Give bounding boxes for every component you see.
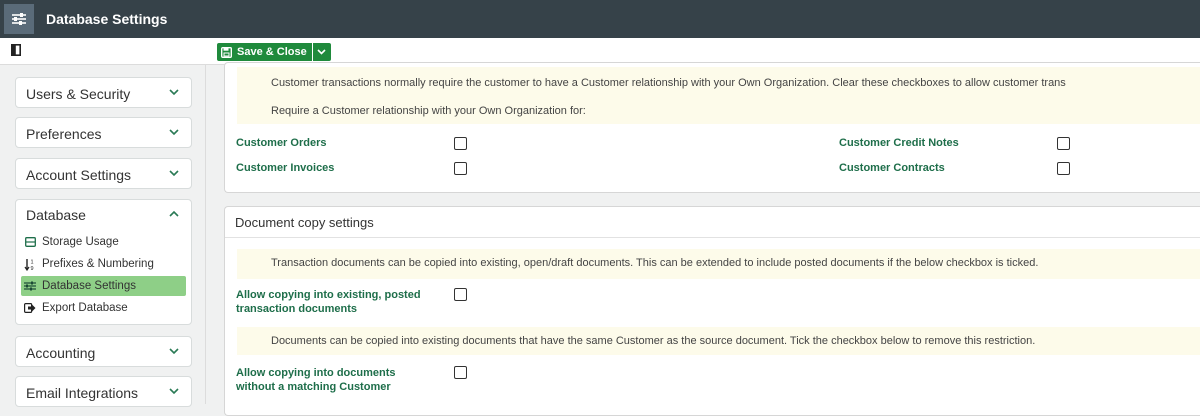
divider — [225, 237, 1200, 238]
allow-posted-label-line1: Allow copying into existing, posted — [236, 289, 421, 301]
settings-sliders-icon[interactable] — [4, 4, 34, 34]
customer-invoices-label: Customer Invoices — [236, 162, 335, 174]
sidebar-group-database: Database Storage Usage 19 Prefixes & Num… — [15, 199, 192, 325]
document-copy-info-2: Documents can be copied into existing do… — [237, 327, 1200, 355]
toolbar — [0, 38, 1200, 65]
document-copy-title: Document copy settings — [235, 215, 374, 230]
sidebar-group-label: Preferences — [26, 126, 102, 142]
customer-orders-label: Customer Orders — [236, 137, 327, 149]
sliders-icon — [23, 281, 37, 291]
sidebar-item-label: Database Settings — [42, 280, 136, 292]
customer-contracts-label: Customer Contracts — [839, 162, 945, 174]
sidebar-item-storage-usage[interactable]: Storage Usage — [21, 232, 186, 252]
sidebar-group-account-settings[interactable]: Account Settings — [15, 158, 192, 189]
customer-credit-notes-checkbox[interactable] — [1057, 137, 1070, 150]
allow-no-matching-customer-label-line1: Allow copying into documents — [236, 367, 396, 379]
customer-info-subtext: Require a Customer relationship with you… — [271, 105, 586, 117]
chevron-down-icon — [169, 89, 179, 96]
save-options-dropdown[interactable] — [312, 43, 331, 61]
sidebar-item-label: Storage Usage — [42, 236, 119, 248]
sidebar-group-label: Users & Security — [26, 86, 131, 102]
export-icon — [23, 303, 37, 313]
title-bar: Database Settings — [0, 0, 1200, 38]
sidebar-item-label: Prefixes & Numbering — [42, 258, 154, 270]
window-title: Database Settings — [46, 11, 168, 27]
customer-contracts-checkbox[interactable] — [1057, 162, 1070, 175]
svg-text:1: 1 — [31, 259, 34, 265]
allow-no-matching-customer-checkbox[interactable] — [454, 366, 467, 379]
customer-invoices-checkbox[interactable] — [454, 162, 467, 175]
allow-no-matching-customer-label-line2: without a matching Customer — [236, 381, 391, 393]
allow-posted-label: Allow copying into existing, posted tran… — [236, 288, 421, 316]
chevron-down-icon — [169, 129, 179, 136]
customer-info-text: Customer transactions normally require t… — [271, 77, 1066, 89]
allow-posted-checkbox[interactable] — [454, 288, 467, 301]
panel-toggle-icon[interactable] — [11, 44, 21, 56]
chevron-down-icon — [169, 170, 179, 177]
chevron-down-icon — [169, 348, 179, 355]
chevron-up-icon[interactable] — [169, 210, 179, 217]
storage-icon — [23, 237, 37, 247]
customer-orders-checkbox[interactable] — [454, 137, 467, 150]
allow-posted-label-line2: transaction documents — [236, 303, 358, 315]
sidebar-group-label[interactable]: Database — [26, 207, 86, 223]
document-copy-info-1: Transaction documents can be copied into… — [237, 249, 1200, 279]
numbering-icon: 19 — [23, 258, 37, 271]
sidebar-item-export-database[interactable]: Export Database — [21, 298, 186, 318]
save-close-button[interactable]: Save & Close — [217, 43, 312, 61]
customer-credit-notes-label: Customer Credit Notes — [839, 137, 959, 149]
document-copy-info-text-2: Documents can be copied into existing do… — [271, 335, 1036, 347]
sidebar-group-label: Email Integrations — [26, 385, 139, 401]
save-icon — [221, 46, 232, 58]
sidebar-group-email-integrations[interactable]: Email Integrations — [15, 376, 192, 407]
document-copy-info-text-1: Transaction documents can be copied into… — [271, 257, 1039, 269]
sidebar-item-prefixes-numbering[interactable]: 19 Prefixes & Numbering — [21, 254, 186, 274]
sidebar-group-label: Account Settings — [26, 167, 132, 183]
svg-text:9: 9 — [31, 266, 34, 271]
sidebar-item-label: Export Database — [42, 302, 128, 314]
chevron-down-icon — [169, 388, 179, 395]
allow-no-matching-customer-label: Allow copying into documents without a m… — [236, 366, 396, 394]
chevron-down-icon — [317, 49, 326, 55]
save-close-label: Save & Close — [237, 46, 307, 58]
customer-info-box: Customer transactions normally require t… — [237, 67, 1200, 124]
save-close-button-group: Save & Close — [217, 43, 331, 61]
sidebar-group-label: Accounting — [26, 345, 96, 361]
sidebar-group-preferences[interactable]: Preferences — [15, 117, 192, 148]
sidebar-item-database-settings[interactable]: Database Settings — [21, 276, 186, 296]
sidebar-group-accounting[interactable]: Accounting — [15, 336, 192, 367]
sidebar-group-users-security[interactable]: Users & Security — [15, 77, 192, 108]
